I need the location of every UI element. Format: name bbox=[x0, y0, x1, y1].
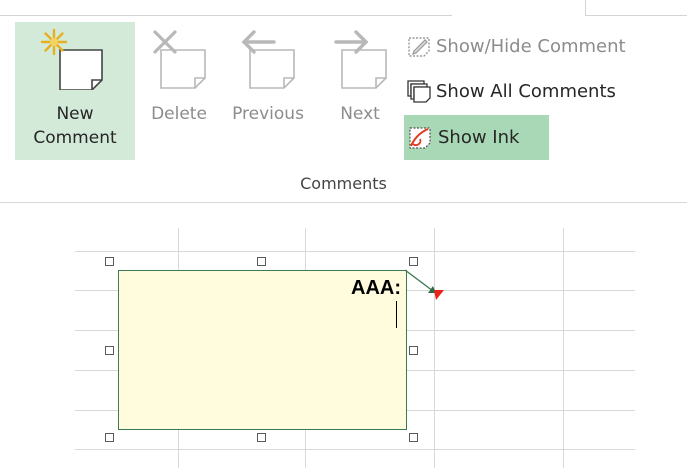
resize-handle-bottom-left[interactable] bbox=[105, 433, 114, 442]
comment-connector-arrow bbox=[404, 269, 444, 300]
comments-group-label: Comments bbox=[300, 174, 387, 193]
comment-box[interactable]: AAA: bbox=[118, 270, 407, 430]
show-hide-comment-icon bbox=[408, 37, 430, 57]
resize-handle-bottom-middle[interactable] bbox=[257, 433, 266, 442]
resize-handle-top-right[interactable] bbox=[409, 257, 418, 266]
resize-handle-middle-right[interactable] bbox=[409, 346, 418, 355]
resize-handle-top-middle[interactable] bbox=[257, 257, 266, 266]
resize-handle-top-left[interactable] bbox=[105, 257, 114, 266]
previous-comment-icon bbox=[236, 28, 300, 97]
comment-indicator-triangle bbox=[434, 290, 444, 300]
next-label: Next bbox=[340, 104, 380, 124]
show-hide-comment-button[interactable]: Show/Hide Comment bbox=[404, 29, 632, 63]
show-all-comments-label: Show All Comments bbox=[436, 80, 616, 102]
show-hide-comment-label: Show/Hide Comment bbox=[436, 35, 626, 57]
grid-row-line bbox=[75, 449, 635, 450]
show-all-comments-button[interactable]: Show All Comments bbox=[404, 74, 622, 108]
grid-row-line bbox=[75, 251, 635, 252]
comment-author-text[interactable]: AAA: bbox=[351, 277, 401, 300]
resize-handle-bottom-right[interactable] bbox=[409, 433, 418, 442]
delete-comment-icon bbox=[147, 28, 211, 97]
tab-divider bbox=[0, 15, 452, 16]
previous-label: Previous bbox=[232, 104, 304, 124]
tab-separator bbox=[585, 0, 586, 15]
ribbon-bottom-border bbox=[0, 202, 687, 203]
show-ink-icon bbox=[409, 126, 431, 149]
new-comment-icon bbox=[40, 28, 110, 97]
grid-column-line bbox=[563, 228, 564, 468]
show-ink-label: Show Ink bbox=[438, 127, 520, 148]
delete-comment-button[interactable]: Delete bbox=[140, 22, 218, 124]
tab-divider-right bbox=[585, 15, 687, 16]
show-all-comments-icon bbox=[407, 80, 431, 103]
new-comment-label-line1: New bbox=[56, 104, 94, 124]
next-comment-button[interactable]: Next bbox=[318, 22, 402, 124]
text-cursor bbox=[396, 301, 397, 328]
next-comment-icon bbox=[328, 28, 392, 97]
show-ink-button[interactable]: Show Ink bbox=[404, 115, 549, 160]
new-comment-label-line2: Comment bbox=[33, 128, 117, 148]
previous-comment-button[interactable]: Previous bbox=[220, 22, 316, 124]
new-comment-button[interactable]: New Comment bbox=[15, 22, 135, 160]
resize-handle-middle-left[interactable] bbox=[105, 346, 114, 355]
delete-label: Delete bbox=[151, 104, 207, 124]
review-ribbon: New Comment Delete Previous Next Show/Hi… bbox=[0, 0, 687, 203]
